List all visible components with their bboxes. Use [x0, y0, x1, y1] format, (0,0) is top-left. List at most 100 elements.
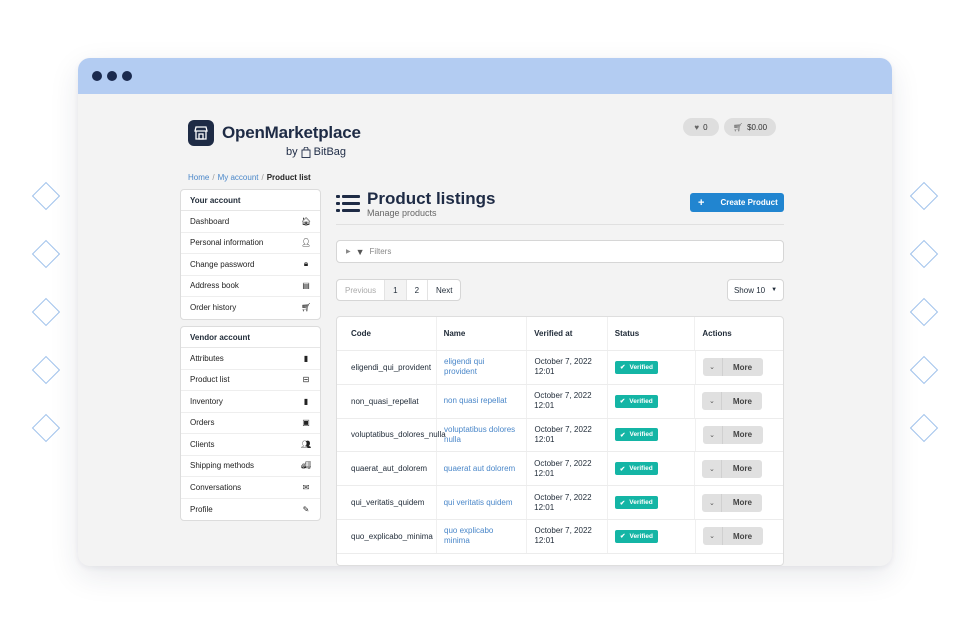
product-name-link[interactable]: non quasi repellat — [437, 384, 528, 418]
sidebar-item-dashboard[interactable]: Dashboard 🏠︎ — [181, 211, 320, 233]
your-account-menu: Your account Dashboard 🏠︎ Personal inform… — [180, 189, 321, 320]
product-name-link[interactable]: voluptatibus dolores nulla — [437, 418, 528, 452]
check-icon: ✔ — [619, 465, 626, 473]
truck-icon: 🚚︎ — [301, 461, 312, 471]
sidebar-item-orders[interactable]: Orders ▣ — [181, 413, 320, 434]
breadcrumb-account[interactable]: My account — [218, 173, 259, 182]
more-button[interactable]: More — [722, 459, 763, 478]
pagination-next[interactable]: Next — [428, 280, 460, 300]
divider — [336, 224, 784, 225]
column-header-name[interactable]: Name — [437, 317, 528, 350]
verified-at: October 7, 2022 12:01 — [527, 418, 609, 452]
sidebar-item-order-history[interactable]: Order history 🛒︎ — [181, 297, 320, 319]
status-badge: ✔ Verified — [614, 496, 658, 510]
status-badge: ✔ Verified — [615, 428, 658, 442]
page-title: Product listings — [367, 189, 496, 208]
actions-group: ⌄ More — [702, 392, 763, 411]
verified-at: October 7, 2022 12:01 — [527, 452, 608, 486]
sidebar-item-product-list[interactable]: Product list ⊟ — [181, 370, 320, 391]
sidebar-item-inventory[interactable]: Inventory ▮ — [181, 391, 320, 413]
actions-dropdown-button[interactable]: ⌄ — [702, 392, 723, 411]
status-label: Verified — [629, 499, 653, 507]
more-button[interactable]: More — [722, 493, 763, 512]
verified-at: October 7, 2022 12:01 — [527, 384, 608, 418]
decor-diamond — [31, 355, 61, 385]
verified-at: October 7, 2022 12:01 — [527, 351, 609, 384]
product-name-link[interactable]: qui veritatis quidem — [437, 486, 528, 519]
per-page-value: Show 10 — [733, 285, 766, 295]
column-header-status[interactable]: Status — [608, 317, 696, 350]
actions-dropdown-button[interactable]: ⌄ — [702, 493, 723, 512]
check-icon: ✔ — [620, 431, 626, 439]
breadcrumb-separator: / — [212, 173, 215, 182]
window-dot — [122, 71, 132, 81]
chevron-down-icon: ⌄ — [709, 364, 715, 372]
product-name-link[interactable]: quaerat aut dolorem — [437, 452, 528, 486]
per-page-select[interactable]: Show 10 ▼ — [727, 279, 784, 301]
sidebar-item-shipping-methods[interactable]: Shipping methods 🚚︎ — [181, 456, 320, 477]
create-product-button[interactable]: + Create Product — [690, 193, 784, 212]
status-cell: ✔ Verified — [608, 418, 696, 452]
more-button[interactable]: More — [722, 425, 763, 444]
brand-name: OpenMarketplace — [222, 123, 361, 142]
sidebar-item-conversations[interactable]: Conversations ✉︎ — [181, 477, 320, 499]
more-button[interactable]: More — [722, 527, 763, 546]
column-header-code[interactable]: Code — [337, 317, 437, 350]
window-dot — [107, 71, 117, 81]
bag-icon — [301, 146, 311, 158]
wishlist-button[interactable]: ♥ 0 — [683, 118, 719, 136]
page-subtitle: Manage products — [367, 208, 437, 218]
status-badge: ✔ Verified — [614, 462, 658, 476]
actions-cell: ⌄ More — [695, 452, 783, 485]
filters-accordion[interactable]: ▶ ▼ Filters — [336, 240, 784, 263]
breadcrumb-home[interactable]: Home — [188, 173, 209, 182]
product-code: eligendi_qui_provident — [337, 351, 437, 384]
pagination: Previous 1 2 Next — [336, 279, 462, 301]
actions-dropdown-button[interactable]: ⌄ — [702, 425, 723, 444]
window-titlebar — [78, 58, 892, 94]
sidebar-item-clients[interactable]: Clients 👥︎ — [181, 434, 320, 456]
sidebar-item-change-password[interactable]: Change password 🔒︎ — [181, 254, 320, 276]
column-header-verified-at[interactable]: Verified at — [527, 317, 608, 350]
sidebar-item-profile[interactable]: Profile ✎ — [181, 499, 320, 521]
browser-window: OpenMarketplace by BitBag ♥ 0 🛒︎ $0.00 H… — [78, 58, 892, 566]
product-name-link[interactable]: eligendi qui provident — [437, 351, 528, 384]
suitcase-icon: ▣ — [302, 418, 310, 428]
pagination-previous[interactable]: Previous — [337, 280, 386, 300]
brand-logo[interactable]: OpenMarketplace — [188, 120, 361, 146]
sidebar-item-address-book[interactable]: Address book ▤ — [181, 276, 320, 297]
byline-by: by — [286, 146, 298, 158]
product-name-link[interactable]: quo explicabo minima — [437, 519, 528, 553]
more-button[interactable]: More — [722, 392, 763, 411]
sidebar-item-personal-information[interactable]: Personal information 👤︎ — [181, 233, 320, 254]
clipboard-icon: ▮ — [303, 396, 309, 406]
breadcrumb-separator: / — [261, 173, 264, 182]
product-code: voluptatibus_dolores_nulla — [337, 418, 446, 452]
sidebar-item-label: Product list — [190, 375, 230, 385]
status-label: Verified — [629, 397, 653, 405]
create-product-label: Create Product — [720, 198, 778, 207]
book-icon: ▤ — [302, 281, 310, 291]
clipboard-icon: ▮ — [303, 353, 309, 363]
sidebar-item-label: Conversations — [190, 482, 242, 492]
actions-dropdown-button[interactable]: ⌄ — [702, 459, 723, 478]
sidebar-item-attributes[interactable]: Attributes ▮ — [181, 348, 320, 370]
more-button[interactable]: More — [722, 358, 763, 377]
chevron-down-icon: ⌄ — [708, 398, 715, 406]
actions-group: ⌄ More — [702, 425, 763, 444]
breadcrumb: Home / My account / Product list — [188, 173, 311, 182]
window-dot — [92, 71, 102, 81]
cart-button[interactable]: 🛒︎ $0.00 — [724, 118, 776, 136]
pagination-page-1[interactable]: 1 — [385, 280, 407, 300]
filter-icon: ▼ — [355, 246, 365, 257]
pagination-page-2[interactable]: 2 — [407, 280, 429, 300]
actions-group: ⌄ More — [702, 358, 763, 377]
verified-at: October 7, 2022 12:01 — [527, 519, 609, 553]
status-badge: ✔ Verified — [615, 529, 658, 543]
check-icon: ✔ — [619, 398, 626, 406]
actions-group: ⌄ More — [702, 527, 763, 546]
status-cell: ✔ Verified — [608, 486, 696, 519]
chevron-down-icon: ⌄ — [708, 465, 715, 473]
actions-dropdown-button[interactable]: ⌄ — [702, 358, 723, 377]
actions-dropdown-button[interactable]: ⌄ — [702, 527, 723, 546]
